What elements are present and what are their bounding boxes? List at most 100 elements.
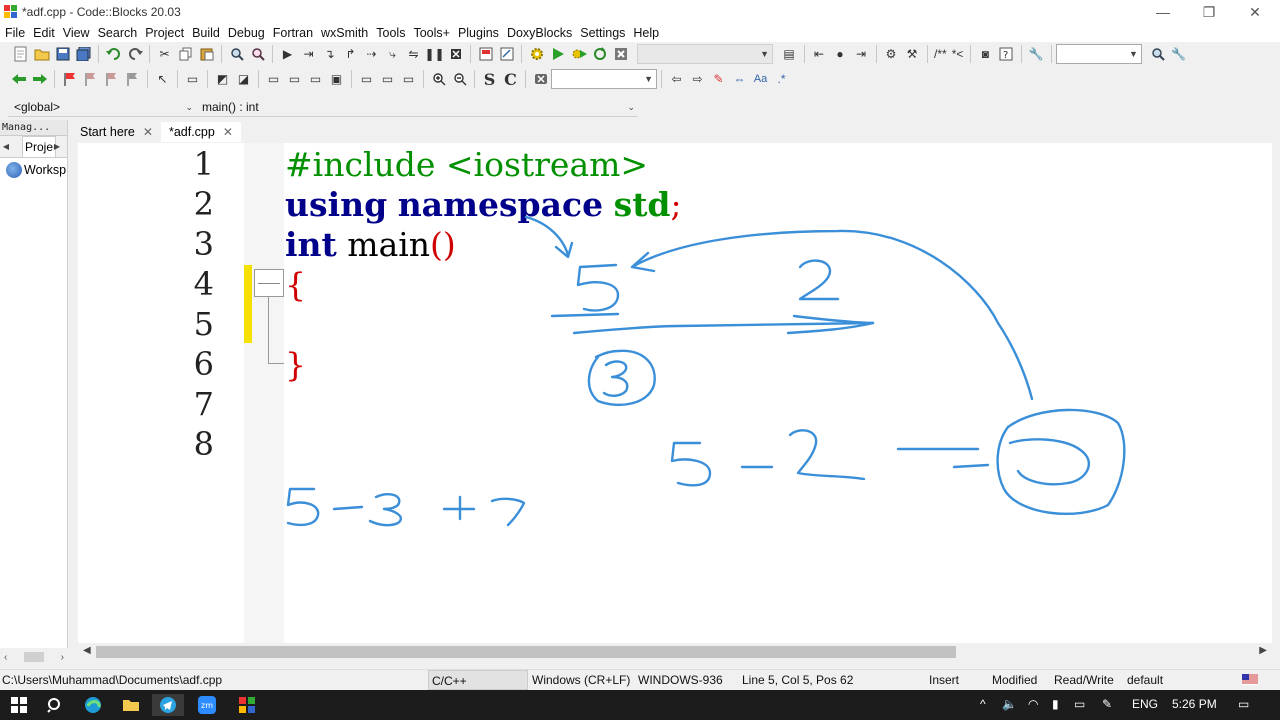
plugin-hammer-icon[interactable]: ⚒ <box>902 44 922 64</box>
tab-scroll-right-icon[interactable]: ▶ <box>51 142 63 151</box>
paste-icon[interactable] <box>197 44 217 64</box>
step-into-icon[interactable]: ↴ <box>320 44 340 64</box>
step-out-icon[interactable]: ↱ <box>341 44 361 64</box>
tab-start-here[interactable]: Start here ✕ <box>72 122 161 142</box>
menu-tools-plus[interactable]: Tools+ <box>410 26 454 40</box>
bookmark-dot-icon[interactable]: ● <box>830 44 850 64</box>
loop-icon[interactable]: ▭ <box>264 69 284 89</box>
save-icon[interactable] <box>53 44 73 64</box>
selected-only-icon[interactable]: ⇔ <box>730 69 750 89</box>
stop-debugger-icon[interactable] <box>446 44 466 64</box>
scroll-thumb[interactable] <box>96 646 956 658</box>
menu-file[interactable]: File <box>2 26 30 40</box>
prev-flag-icon[interactable] <box>81 69 101 89</box>
search-next-icon[interactable]: ⇨ <box>688 69 708 89</box>
save-all-icon[interactable] <box>74 44 94 64</box>
search-prev-icon[interactable]: ⇦ <box>667 69 687 89</box>
zoom-app-icon[interactable]: zm <box>196 694 218 716</box>
search-combo[interactable]: ▼ <box>1055 44 1142 64</box>
code-editor[interactable]: 1 2 3 4 5 6 7 8 #include <iostream> usin… <box>78 143 1272 643</box>
input-language[interactable]: ENG <box>1132 697 1158 711</box>
debug-windows-icon[interactable] <box>476 44 496 64</box>
menu-edit[interactable]: Edit <box>30 26 60 40</box>
forward-arrow-icon[interactable] <box>30 69 50 89</box>
decision-icon[interactable]: ◩ <box>213 69 233 89</box>
pointer-icon[interactable]: ↖ <box>153 69 173 89</box>
nassi-s-button[interactable]: S <box>480 69 500 89</box>
management-title[interactable]: Manag... <box>0 120 67 136</box>
build-target-select[interactable]: ▼ <box>637 44 773 64</box>
frame-third-icon[interactable]: ▭ <box>399 69 419 89</box>
workspace-tree-item[interactable]: Worksp <box>0 158 67 178</box>
loop-alt-icon[interactable]: ▭ <box>285 69 305 89</box>
next-instruction-icon[interactable]: ⇢ <box>362 44 382 64</box>
close-button[interactable]: ✕ <box>1232 0 1278 24</box>
instruction-icon[interactable]: ▣ <box>327 69 347 89</box>
close-tab-icon[interactable]: ✕ <box>143 125 153 139</box>
run-icon[interactable] <box>548 44 568 64</box>
restore-button[interactable]: ❐ <box>1186 0 1232 24</box>
scroll-left-icon[interactable]: ◀ <box>83 645 91 656</box>
fold-toggle-icon[interactable] <box>254 269 284 297</box>
telegram-icon[interactable] <box>152 694 184 716</box>
menu-plugins[interactable]: Plugins <box>455 26 504 40</box>
match-case-button[interactable]: Aa <box>751 69 771 89</box>
global-scope-select[interactable]: <global> ⌄ <box>8 97 196 117</box>
minimize-button[interactable]: — <box>1140 0 1186 24</box>
undo-icon[interactable] <box>104 44 124 64</box>
menu-project[interactable]: Project <box>142 26 189 40</box>
open-file-icon[interactable] <box>32 44 52 64</box>
break-debugger-icon[interactable]: ⇋ <box>404 44 424 64</box>
highlight-icon[interactable]: ✎ <box>709 69 729 89</box>
search-go-icon[interactable] <box>1148 44 1168 64</box>
network-icon[interactable]: ▭ <box>1074 697 1085 711</box>
editor-horizontal-scrollbar[interactable]: ◀ ▶ <box>78 643 1272 661</box>
help-icon[interactable]: ? <box>996 44 1016 64</box>
notification-icon[interactable]: ▭ <box>1238 697 1249 711</box>
doxywizard-icon[interactable]: ◙ <box>975 44 995 64</box>
doxy-line-comment-button[interactable]: *< <box>950 44 966 64</box>
management-scrollbar[interactable]: ‹ › <box>0 648 68 666</box>
close-tab-icon[interactable]: ✕ <box>223 125 233 139</box>
rebuild-icon[interactable] <box>590 44 610 64</box>
menu-build[interactable]: Build <box>189 26 225 40</box>
decision-alt-icon[interactable]: ◪ <box>234 69 254 89</box>
volume-icon[interactable]: 🔈 <box>1002 697 1017 711</box>
find-icon[interactable] <box>227 44 247 64</box>
windows-start-icon[interactable] <box>8 694 30 716</box>
frame-alt-icon[interactable]: ▭ <box>378 69 398 89</box>
scroll-right-icon[interactable]: ▶ <box>1259 645 1267 656</box>
tab-adf-cpp[interactable]: *adf.cpp ✕ <box>160 122 241 142</box>
build-and-run-icon[interactable] <box>569 44 589 64</box>
step-instruction-icon[interactable]: ⤷ <box>383 44 403 64</box>
block-icon[interactable]: ▭ <box>183 69 203 89</box>
frame-icon[interactable]: ▭ <box>357 69 377 89</box>
search-icon[interactable] <box>44 694 66 716</box>
menu-tools[interactable]: Tools <box>373 26 410 40</box>
search-options-icon[interactable]: 🔧 <box>1169 44 1189 64</box>
abort-icon[interactable] <box>611 44 631 64</box>
codeblocks-taskbar-icon[interactable] <box>236 694 258 716</box>
debug-info-icon[interactable] <box>497 44 517 64</box>
run-to-cursor-icon[interactable]: ▶ <box>278 44 298 64</box>
jump-forward-icon[interactable]: ⇥ <box>851 44 871 64</box>
clock-time[interactable]: 5:26 PM <box>1172 697 1217 711</box>
file-explorer-icon[interactable] <box>120 694 142 716</box>
wrench-icon[interactable]: 🔧 <box>1026 44 1046 64</box>
menu-doxyblocks[interactable]: DoxyBlocks <box>504 26 577 40</box>
show-select-target-icon[interactable]: ▤ <box>779 44 799 64</box>
menu-view[interactable]: View <box>60 26 95 40</box>
clear-search-icon[interactable] <box>531 69 551 89</box>
fold-margin[interactable] <box>244 143 284 643</box>
doxy-comment-button[interactable]: /** <box>932 44 949 64</box>
menu-help[interactable]: Help <box>630 26 664 40</box>
cut-icon[interactable]: ✂ <box>155 44 175 64</box>
menu-wxsmith[interactable]: wxSmith <box>318 26 373 40</box>
menu-debug[interactable]: Debug <box>225 26 270 40</box>
incremental-search-input[interactable]: ▼ <box>551 69 657 89</box>
redo-icon[interactable] <box>125 44 145 64</box>
menu-settings[interactable]: Settings <box>577 26 630 40</box>
back-arrow-icon[interactable] <box>9 69 29 89</box>
case-icon[interactable]: ▭ <box>306 69 326 89</box>
settings-gear-icon[interactable]: ⚙ <box>881 44 901 64</box>
